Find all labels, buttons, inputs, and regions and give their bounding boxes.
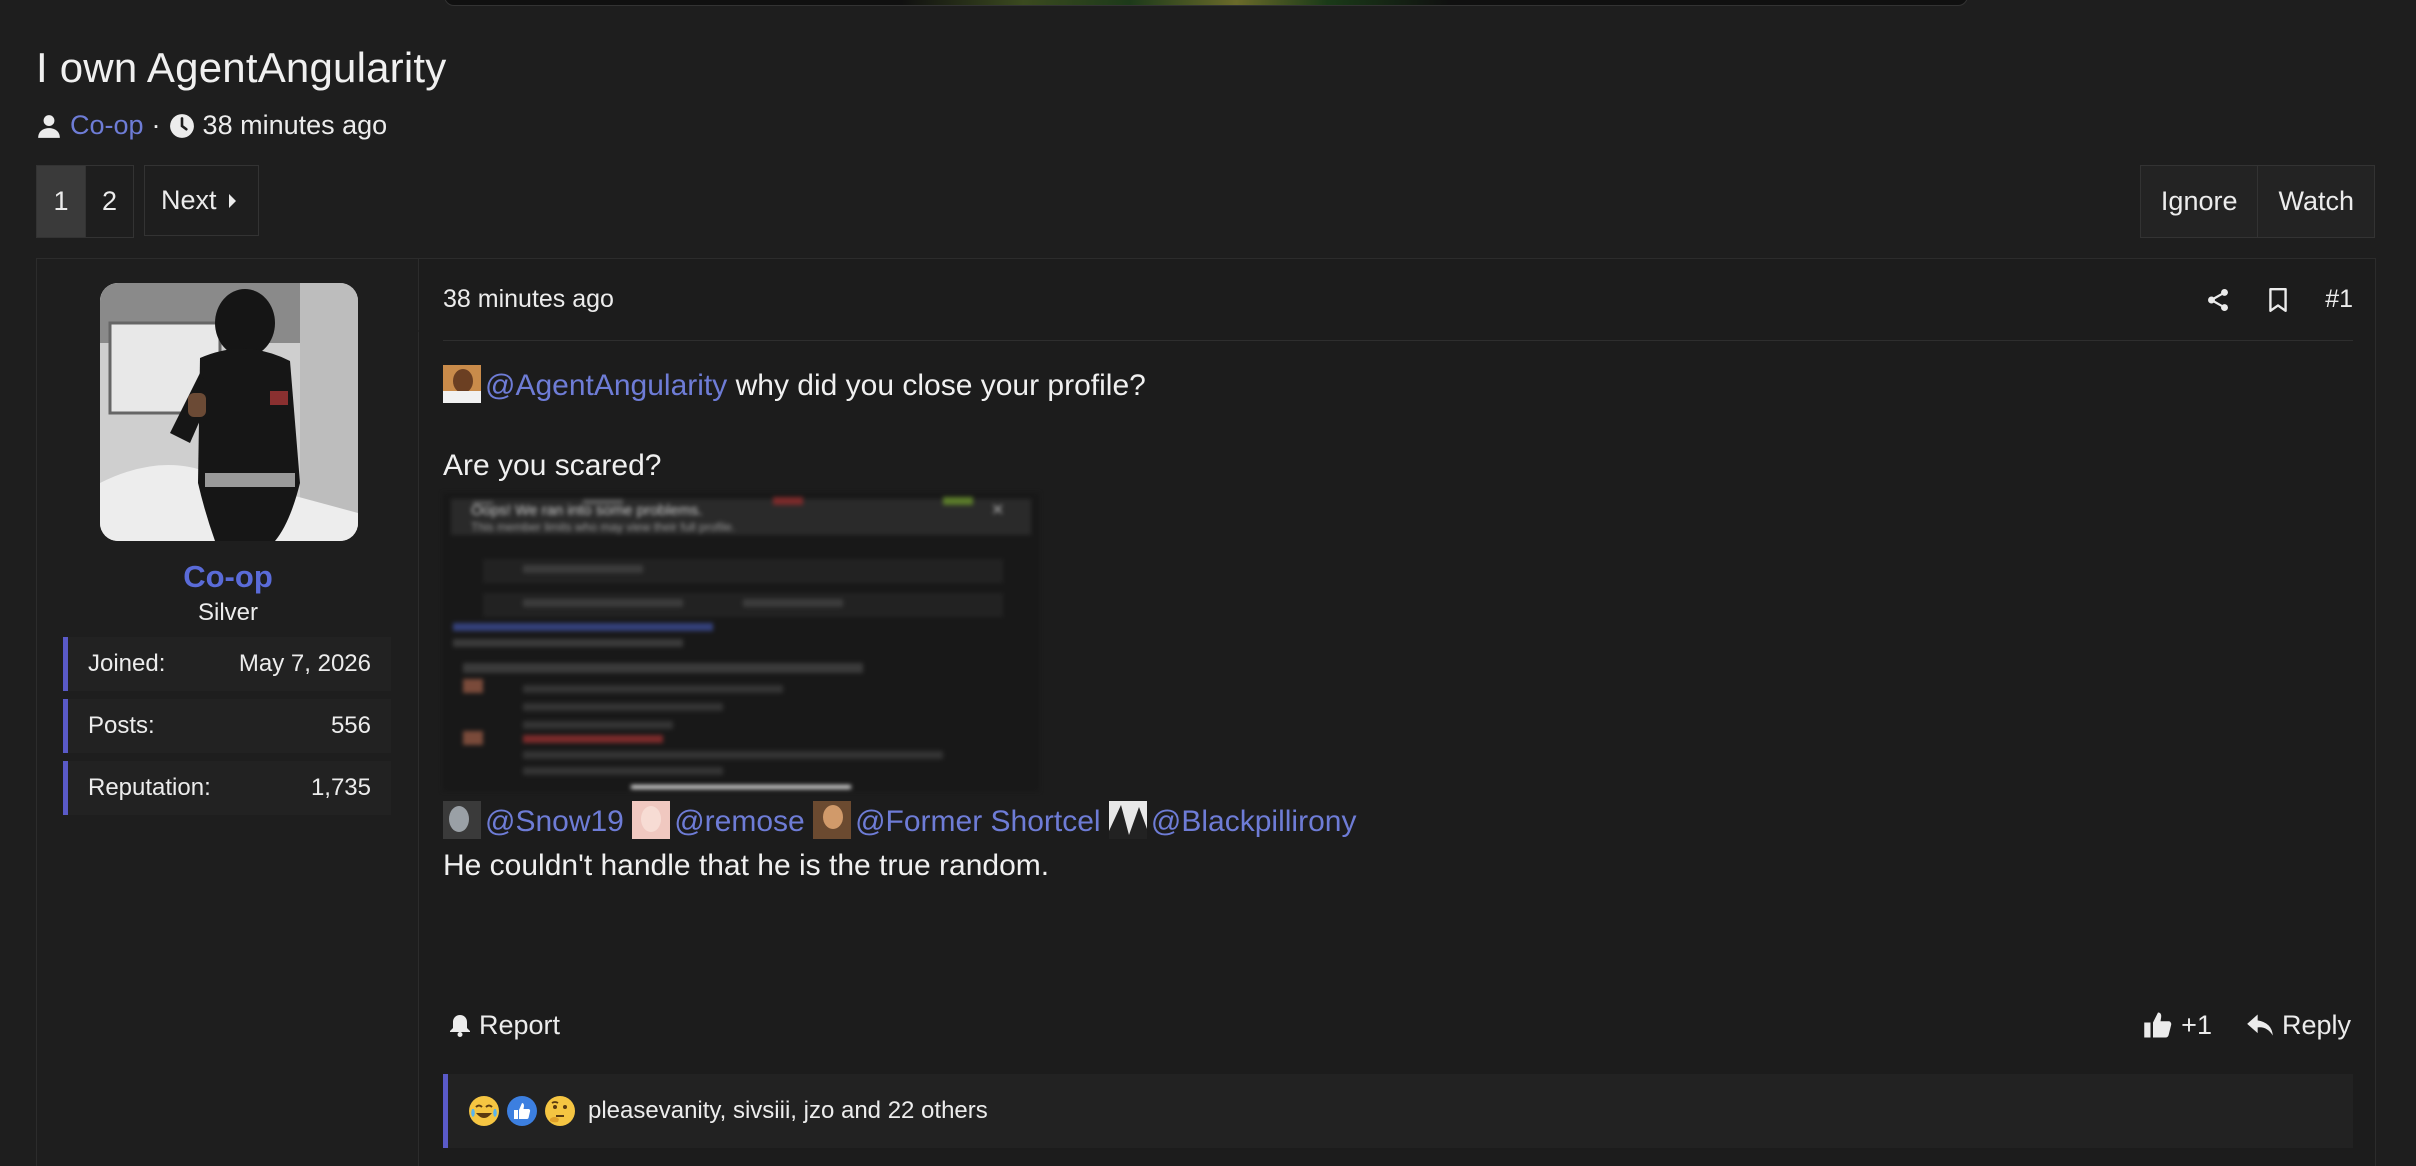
stat-value: 556	[330, 712, 371, 739]
crying-laughing-emoji-icon	[469, 1096, 499, 1126]
thread-title: I own AgentAngularity	[36, 44, 447, 91]
post-time[interactable]: 38 minutes ago	[443, 285, 614, 314]
pagination: 1 2 Next	[36, 165, 259, 238]
avatar-image	[100, 283, 358, 541]
post-line-3: He couldn't handle that he is the true r…	[443, 849, 1050, 882]
report-label: Report	[479, 1009, 561, 1040]
like-count: +1	[2181, 1009, 2212, 1040]
next-label: Next	[161, 185, 217, 215]
page-numbers: 1 2	[36, 165, 135, 238]
report-button[interactable]: Report	[443, 1010, 560, 1041]
post-user-cell: Co-op Silver Joined: May 7, 2026 Posts: …	[37, 259, 434, 1166]
ignore-button[interactable]: Ignore	[2140, 166, 2258, 237]
post: Co-op Silver Joined: May 7, 2026 Posts: …	[36, 258, 2376, 1166]
mention-link[interactable]: @Blackpillirony	[1151, 805, 1357, 838]
stat-label: Joined:	[88, 650, 166, 677]
reactions-bar[interactable]: pleasevanity, sivsiii, jzo and 22 others	[443, 1074, 2353, 1148]
post-header: 38 minutes ago #1	[443, 259, 2353, 341]
stat-reputation: Reputation: 1,735	[63, 761, 391, 815]
screenshot-title: Oops! We ran into some problems.	[471, 502, 703, 519]
post-content-cell: 38 minutes ago #1 @AgentAngularity why d…	[443, 259, 2355, 1166]
mention-link[interactable]: @Snow19	[485, 805, 624, 838]
stat-label: Posts:	[88, 712, 155, 739]
reply-label: Reply	[2281, 1009, 2351, 1040]
thumbs-up-icon	[2144, 1012, 2172, 1038]
reply-button[interactable]: Reply	[2246, 1010, 2351, 1041]
mention-link[interactable]: @remose	[674, 805, 805, 838]
post-number-link[interactable]: #1	[2325, 285, 2353, 314]
mention-avatar	[1108, 801, 1147, 839]
user-title: Silver	[197, 599, 258, 626]
clock-icon	[169, 113, 194, 138]
page-2-button[interactable]: 2	[85, 166, 134, 237]
reactions-summary: pleasevanity, sivsiii, jzo and 22 others	[588, 1097, 988, 1124]
mention-avatar	[443, 365, 481, 403]
post-line-2: Are you scared?	[443, 449, 662, 482]
username-link[interactable]: Co-op	[37, 559, 419, 595]
next-page-button[interactable]: Next	[144, 165, 259, 236]
stat-posts: Posts: 556	[63, 699, 391, 753]
mention-link[interactable]: @Former Shortcel	[855, 805, 1101, 838]
thumbs-up-emoji-icon	[507, 1096, 537, 1126]
mention-link[interactable]: @AgentAngularity	[485, 369, 727, 402]
post-mentions: @Snow19 @remose @Former Shortcel @Blackp…	[443, 801, 1356, 839]
thread-meta: Co-op · 38 minutes ago	[36, 110, 387, 141]
meta-separator: ·	[151, 110, 161, 140]
post-tools: #1	[2205, 285, 2353, 314]
watch-button[interactable]: Watch	[2257, 166, 2374, 237]
screenshot-subtitle: This member limits who may view their fu…	[471, 520, 735, 534]
mention-avatar	[632, 801, 671, 839]
mention-avatar	[443, 801, 481, 839]
user-icon	[38, 114, 60, 138]
reply-icon	[2247, 1014, 2273, 1036]
thread-actions: Ignore Watch	[2139, 165, 2375, 238]
post-footer: Report +1 Reply	[443, 995, 2353, 1055]
stat-label: Reputation:	[88, 774, 211, 801]
post-text: why did you close your profile?	[727, 369, 1146, 402]
mention-avatar	[813, 801, 852, 839]
post-line-1: @AgentAngularity why did you close your …	[443, 365, 1146, 403]
avatar[interactable]	[100, 283, 358, 541]
stat-joined: Joined: May 7, 2026	[63, 637, 391, 691]
thread-time: 38 minutes ago	[202, 110, 388, 140]
stat-value: May 7, 2026	[238, 650, 371, 677]
post-footer-actions: +1 Reply	[2143, 1010, 2353, 1041]
embedded-screenshot-image[interactable]: Oops! We ran into some problems. This me…	[443, 493, 1039, 791]
caret-right-icon	[228, 193, 236, 208]
thinking-emoji-icon	[545, 1096, 575, 1126]
share-icon[interactable]	[2205, 287, 2231, 313]
like-button[interactable]: +1	[2143, 1010, 2212, 1041]
bell-icon	[450, 1015, 470, 1037]
stat-value: 1,735	[310, 774, 371, 801]
thread-banner-image	[444, 0, 1968, 6]
thread-author-link[interactable]: Co-op	[70, 110, 144, 141]
screenshot-content: Oops! We ran into some problems. This me…	[443, 493, 1039, 791]
screenshot-close-icon: ✕	[991, 502, 1004, 519]
page-1-button[interactable]: 1	[37, 166, 85, 237]
bookmark-icon[interactable]	[2265, 287, 2291, 313]
